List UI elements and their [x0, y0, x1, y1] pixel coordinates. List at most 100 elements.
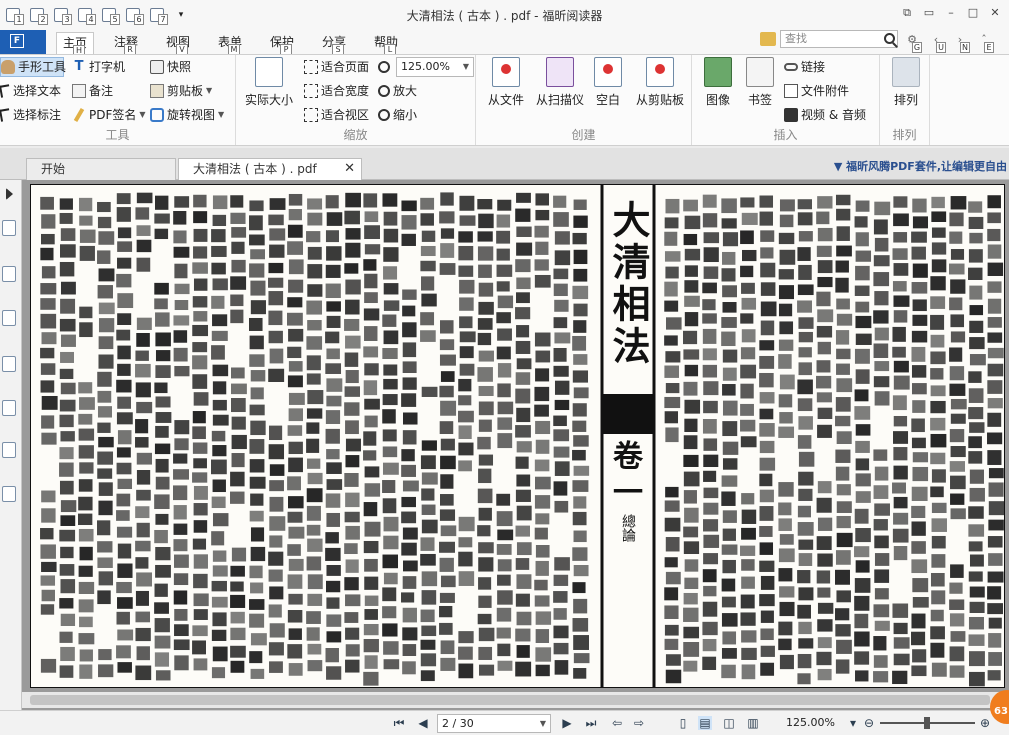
close-tab-icon[interactable]: ✕ — [344, 159, 355, 179]
tab-view[interactable]: 视图 V — [160, 32, 196, 56]
maximize-icon[interactable]: □ — [963, 4, 983, 22]
zoom-level[interactable]: 125.00% — [786, 716, 835, 729]
zoom-out-button[interactable]: 缩小 — [378, 105, 417, 125]
glyph-block — [893, 295, 910, 307]
pdf-page[interactable]: 大清相法 卷一 總論 — [30, 184, 1005, 688]
tab-form[interactable]: 表单 M — [212, 32, 248, 56]
tab-help[interactable]: 帮助 L — [368, 32, 404, 56]
actual-size-button[interactable]: 实际大小 — [242, 57, 296, 108]
expand-panel-icon[interactable] — [6, 188, 13, 200]
zoom-dropdown-icon[interactable]: ▾ — [846, 716, 860, 730]
fit-page-button[interactable]: 适合页面 — [304, 57, 369, 77]
comments-panel-icon[interactable] — [2, 356, 16, 372]
page-number-input[interactable]: 2 / 30 ▼ — [437, 714, 551, 733]
promo-link[interactable]: ▼ 福昕风腾PDF套件,让编辑更自由 — [834, 158, 1007, 174]
file-attachment-button[interactable]: 文件附件 — [784, 81, 849, 101]
glyph-block — [306, 488, 323, 503]
glyph-block — [193, 194, 207, 208]
note-button[interactable]: 备注 — [72, 81, 113, 101]
arrange-button[interactable]: 排列 — [888, 57, 924, 108]
select-annotation-button[interactable]: 选择标注 — [0, 105, 61, 125]
typewriter-button[interactable]: T 打字机 — [72, 57, 125, 77]
go-back-icon[interactable]: ⇦ — [610, 716, 624, 730]
glyph-block — [893, 546, 908, 561]
video-audio-button[interactable]: 视频 & 音频 — [784, 105, 866, 125]
glyph-block — [778, 502, 792, 516]
glyph-block — [307, 458, 321, 469]
minimize-icon[interactable]: – — [941, 4, 961, 22]
clipboard-button[interactable]: 剪贴板 ▼ — [150, 81, 212, 101]
image-button[interactable]: 图像 — [700, 57, 736, 108]
settings-icon[interactable]: ⚙ G — [902, 30, 922, 53]
prev-page-icon[interactable]: ◀ — [416, 716, 430, 730]
tab-protect[interactable]: 保护 P — [264, 32, 300, 56]
tab-comment[interactable]: 注释 R — [108, 32, 144, 56]
forward-icon[interactable]: › N — [950, 30, 970, 53]
glyph-block — [250, 420, 266, 436]
close-icon[interactable]: ✕ — [985, 4, 1005, 22]
tab-start[interactable]: 开始 — [26, 158, 176, 180]
fit-visible-button[interactable]: 适合视区 — [304, 105, 369, 125]
restore-icon[interactable]: ⧉ — [897, 4, 917, 22]
zoom-slider-knob[interactable] — [924, 717, 930, 729]
glyph-block — [344, 386, 360, 397]
zoom-tool-icon-wrap[interactable] — [378, 57, 390, 77]
glyph-block — [855, 458, 870, 471]
search-input[interactable]: 查找 — [780, 30, 898, 48]
hand-tool-button[interactable]: 手形工具 — [0, 57, 66, 77]
scrollbar-thumb[interactable] — [30, 695, 990, 705]
glyph-block — [874, 391, 890, 406]
zoom-in-status-icon[interactable]: ⊕ — [978, 716, 992, 730]
continuous-page-icon[interactable]: ▤ — [698, 716, 712, 730]
zoom-in-icon — [378, 85, 390, 97]
tab-document[interactable]: 大清相法 ( 古本 ) . pdf ✕ — [178, 158, 362, 180]
bookmarks-panel-icon[interactable] — [2, 220, 16, 236]
facing-page-icon[interactable]: ◫ — [722, 716, 736, 730]
from-scanner-button[interactable]: 从扫描仪 — [532, 57, 588, 108]
link-button[interactable]: 链接 — [784, 57, 825, 77]
pages-panel-icon[interactable] — [2, 266, 16, 282]
glyph-block — [516, 226, 532, 237]
glyph-block — [78, 479, 93, 492]
blank-button[interactable]: 空白 — [592, 57, 624, 108]
ribbon-collapse-icon[interactable]: ▭ — [919, 4, 939, 22]
file-menu-button[interactable]: F — [0, 30, 46, 54]
zoom-out-status-icon[interactable]: ⊖ — [862, 716, 876, 730]
glyph-block — [97, 250, 111, 264]
rotate-view-button[interactable]: 旋转视图 ▼ — [150, 105, 224, 125]
zoom-slider[interactable] — [880, 717, 975, 729]
glyph-block — [572, 449, 586, 461]
snapshot-button[interactable]: 快照 — [150, 57, 191, 77]
zoom-in-button[interactable]: 放大 — [378, 81, 417, 101]
go-forward-icon[interactable]: ⇨ — [632, 716, 646, 730]
glyph-block — [458, 631, 474, 644]
last-page-icon[interactable]: ⏭ — [584, 716, 598, 730]
back-icon[interactable]: ‹ U — [926, 30, 946, 53]
tab-home[interactable]: 主页 H — [56, 32, 94, 57]
single-page-icon[interactable]: ▯ — [676, 716, 690, 730]
document-viewport[interactable]: 大清相法 卷一 總論 — [22, 180, 1009, 710]
attachments-panel-icon[interactable] — [2, 400, 16, 416]
search-icon[interactable] — [884, 33, 895, 44]
horizontal-scrollbar[interactable] — [22, 692, 1009, 708]
signature-panel-icon[interactable] — [2, 486, 16, 502]
bookmark-button[interactable]: 书签 — [742, 57, 778, 108]
glyph-block — [779, 214, 794, 228]
security-panel-icon[interactable] — [2, 442, 16, 458]
from-file-button[interactable]: 从文件 — [484, 57, 528, 108]
folder-icon[interactable] — [760, 32, 776, 46]
glyph-block — [401, 592, 415, 603]
up-icon[interactable]: ˆE — [974, 30, 994, 53]
pdf-sign-button[interactable]: PDF签名 ▼ — [72, 105, 146, 125]
fit-width-button[interactable]: 适合宽度 — [304, 81, 369, 101]
first-page-icon[interactable]: ⏮ — [392, 716, 406, 730]
select-text-button[interactable]: 选择文本 — [0, 81, 61, 101]
glyph-block — [439, 557, 454, 572]
next-page-icon[interactable]: ▶ — [560, 716, 574, 730]
layers-panel-icon[interactable] — [2, 310, 16, 326]
glyph-block — [40, 380, 55, 393]
from-clipboard-button[interactable]: 从剪贴板 — [630, 57, 690, 108]
continuous-facing-icon[interactable]: ▥ — [746, 716, 760, 730]
zoom-select[interactable]: 125.00% ▼ — [396, 57, 474, 77]
tab-share[interactable]: 分享 S — [316, 32, 352, 56]
